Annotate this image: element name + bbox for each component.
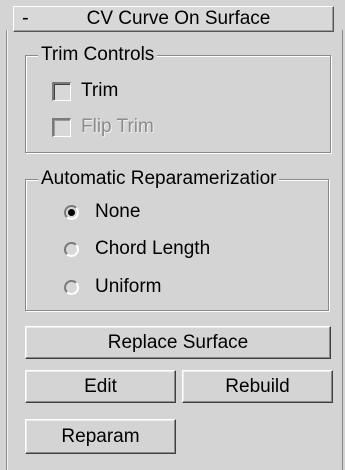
radio-chord-length[interactable] [64,241,79,257]
rebuild-button[interactable]: Rebuild [182,370,333,403]
flip-trim-checkbox [52,117,71,137]
reparameterization-group: Automatic Reparamerizatior None Chord Le… [25,167,329,311]
trim-controls-group: Trim Controls Trim Flip Trim [25,43,331,153]
flip-trim-label: Flip Trim [81,116,154,137]
edit-button[interactable]: Edit [25,370,176,403]
rollout-header[interactable]: - CV Curve On Surface [13,6,334,32]
radio-none-label: None [95,201,141,222]
trim-checkbox[interactable] [52,81,71,101]
radio-uniform-row[interactable]: Uniform [64,276,162,298]
panel-border-highlight [7,30,8,470]
reparameterization-legend: Automatic Reparamerizatior [38,167,280,191]
panel-border-right [342,30,343,470]
trim-controls-legend: Trim Controls [38,43,158,67]
rollout-panel: - CV Curve On Surface Trim Controls Trim… [0,0,345,470]
trim-checkbox-row[interactable]: Trim [52,80,118,102]
radio-chord-length-row[interactable]: Chord Length [64,238,210,260]
radio-uniform[interactable] [64,279,79,295]
radio-uniform-label: Uniform [95,276,162,297]
reparam-button[interactable]: Reparam [25,419,176,454]
radio-chord-length-label: Chord Length [95,238,211,259]
radio-none[interactable] [64,204,79,220]
radio-none-row[interactable]: None [64,201,140,223]
rollout-title: CV Curve On Surface [86,8,271,29]
trim-label: Trim [81,80,119,101]
flip-trim-checkbox-row: Flip Trim [52,116,154,138]
replace-surface-button[interactable]: Replace Surface [25,326,331,359]
